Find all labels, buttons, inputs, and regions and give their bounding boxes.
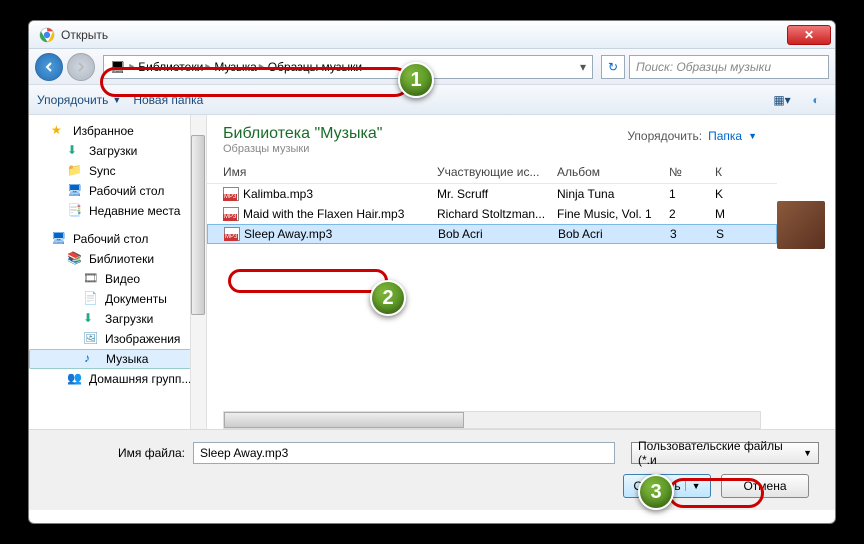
open-file-dialog: Открыть ✕ 🖥 ▸ Библиотеки▸ Музыка▸ Образцы… (28, 20, 836, 524)
file-list: Kalimba.mp3 Mr. Scruff Ninja Tuna 1 K Ma… (207, 184, 777, 244)
sidebar-homegroup[interactable]: 👥Домашняя групп... (29, 369, 206, 389)
chevron-down-icon: ▼ (748, 131, 757, 141)
album-art-thumbnail (777, 201, 825, 249)
nav-forward-button[interactable] (67, 53, 95, 81)
file-row[interactable]: Kalimba.mp3 Mr. Scruff Ninja Tuna 1 K (207, 184, 777, 204)
col-album: Альбом (557, 165, 669, 179)
breadcrumb-item[interactable]: Музыка▸ (214, 60, 263, 74)
music-icon: ♪ (84, 351, 100, 367)
video-icon: 🎞 (83, 271, 99, 287)
sidebar-music[interactable]: ♪Музыка (29, 349, 206, 369)
column-headers[interactable]: Имя Участвующие ис... Альбом № К (207, 161, 777, 184)
mp3-icon (223, 207, 239, 221)
image-icon: 🖼 (83, 331, 99, 347)
chrome-icon (39, 27, 55, 43)
new-folder-button[interactable]: Новая папка (133, 93, 203, 107)
filename-input[interactable] (193, 442, 615, 464)
address-dropdown-icon[interactable]: ▾ (580, 60, 586, 74)
file-row-selected[interactable]: Sleep Away.mp3 Bob Acri Bob Acri 3 S (207, 224, 777, 244)
sidebar: ★Избранное ⬇Загрузки 📁Sync 🖥Рабочий стол… (29, 115, 207, 429)
organize-button[interactable]: Упорядочить ▼ (37, 93, 121, 107)
star-icon: ★ (51, 123, 67, 139)
desktop-icon: 🖥 (67, 183, 83, 199)
sync-icon: 📁 (67, 163, 83, 179)
cancel-button[interactable]: Отмена (721, 474, 809, 498)
sidebar-sync[interactable]: 📁Sync (29, 161, 206, 181)
download-icon: ⬇ (83, 311, 99, 327)
close-button[interactable]: ✕ (787, 25, 831, 45)
download-icon: ⬇ (67, 143, 83, 159)
col-next: К (715, 165, 722, 179)
document-icon: 📄 (83, 291, 99, 307)
horizontal-scrollbar[interactable] (223, 411, 761, 429)
file-list-pane: Библиотека "Музыка" Образцы музыки Упоря… (207, 115, 777, 429)
badge-3: 3 (638, 474, 674, 510)
bottom-panel: Имя файла: Пользовательские файлы (*.и▼ … (29, 429, 835, 510)
address-bar[interactable]: 🖥 ▸ Библиотеки▸ Музыка▸ Образцы музыки ▾ (103, 55, 593, 79)
sidebar-desktop[interactable]: 🖥Рабочий стол (29, 181, 206, 201)
breadcrumb-item[interactable]: Образцы музыки (268, 60, 362, 74)
sidebar-recent[interactable]: 📑Недавние места (29, 201, 206, 221)
nav-back-button[interactable] (35, 53, 63, 81)
arrange-by[interactable]: Упорядочить: Папка ▼ (627, 129, 757, 143)
content-area: ★Избранное ⬇Загрузки 📁Sync 🖥Рабочий стол… (29, 115, 835, 429)
sidebar-downloads[interactable]: ⬇Загрузки (29, 141, 206, 161)
window-title: Открыть (61, 28, 787, 42)
library-icon: 📚 (67, 251, 83, 267)
chevron-icon: ▸ (129, 61, 134, 72)
col-number: № (669, 165, 715, 179)
toolbar: Упорядочить ▼ Новая папка ▦▾ ◐ (29, 85, 835, 115)
titlebar[interactable]: Открыть ✕ (29, 21, 835, 49)
sidebar-scrollbar[interactable] (190, 115, 206, 429)
desktop-icon: 🖥 (51, 231, 67, 247)
view-options-button[interactable]: ▦▾ (771, 89, 793, 111)
refresh-button[interactable]: ↻ (601, 55, 625, 79)
mp3-icon (224, 227, 240, 241)
badge-2: 2 (370, 280, 406, 316)
sidebar-video[interactable]: 🎞Видео (29, 269, 206, 289)
homegroup-icon: 👥 (67, 371, 83, 387)
computer-icon: 🖥 (110, 60, 125, 74)
file-row[interactable]: Maid with the Flaxen Hair.mp3 Richard St… (207, 204, 777, 224)
col-artist: Участвующие ис... (437, 165, 557, 179)
mp3-icon (223, 187, 239, 201)
preview-pane (777, 115, 835, 429)
sidebar-images[interactable]: 🖼Изображения (29, 329, 206, 349)
recent-icon: 📑 (67, 203, 83, 219)
filename-label: Имя файла: (45, 446, 185, 460)
sidebar-favorites[interactable]: ★Избранное (29, 121, 206, 141)
sidebar-downloads2[interactable]: ⬇Загрузки (29, 309, 206, 329)
search-input[interactable]: Поиск: Образцы музыки (629, 55, 829, 79)
library-subtitle: Образцы музыки (223, 143, 761, 155)
sidebar-desktop2[interactable]: 🖥Рабочий стол (29, 229, 206, 249)
sidebar-documents[interactable]: 📄Документы (29, 289, 206, 309)
sidebar-libraries[interactable]: 📚Библиотеки (29, 249, 206, 269)
help-button[interactable]: ◐ (805, 89, 827, 111)
filetype-dropdown[interactable]: Пользовательские файлы (*.и▼ (631, 442, 819, 464)
badge-1: 1 (398, 62, 434, 98)
breadcrumb-item[interactable]: Библиотеки▸ (138, 60, 210, 74)
col-name: Имя (223, 165, 437, 179)
